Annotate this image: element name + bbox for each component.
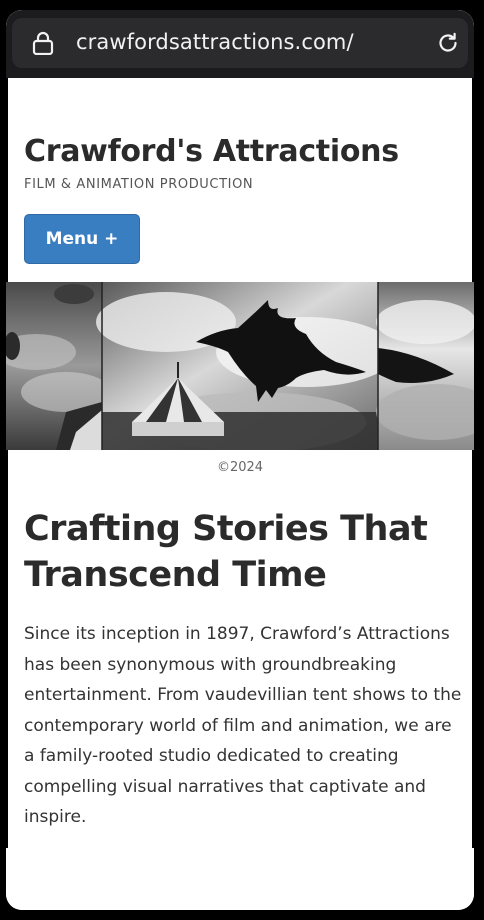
url-text[interactable]: crawfordsattractions.com/	[76, 30, 354, 54]
menu-button[interactable]: Menu +	[24, 214, 140, 264]
intro-paragraph: Since its inception in 1897, Crawford’s …	[24, 624, 462, 827]
hero-caption: ©2024	[216, 460, 264, 475]
lock-icon	[32, 31, 54, 55]
address-bar[interactable]: crawfordsattractions.com/	[12, 18, 468, 68]
site-tagline: FILM & ANIMATION PRODUCTION	[24, 177, 254, 192]
site-title[interactable]: Crawford's Attractions	[24, 134, 399, 169]
page-heading: Crafting Stories That Transcend Time	[24, 509, 428, 595]
browser-toolbar: crawfordsattractions.com/	[6, 10, 474, 78]
reload-icon[interactable]	[436, 31, 460, 55]
phone-screen: crawfordsattractions.com/ Crawford's Att…	[6, 10, 474, 910]
hero-illustration	[6, 282, 474, 450]
hero-image	[6, 282, 474, 450]
page-bottom	[6, 848, 474, 910]
